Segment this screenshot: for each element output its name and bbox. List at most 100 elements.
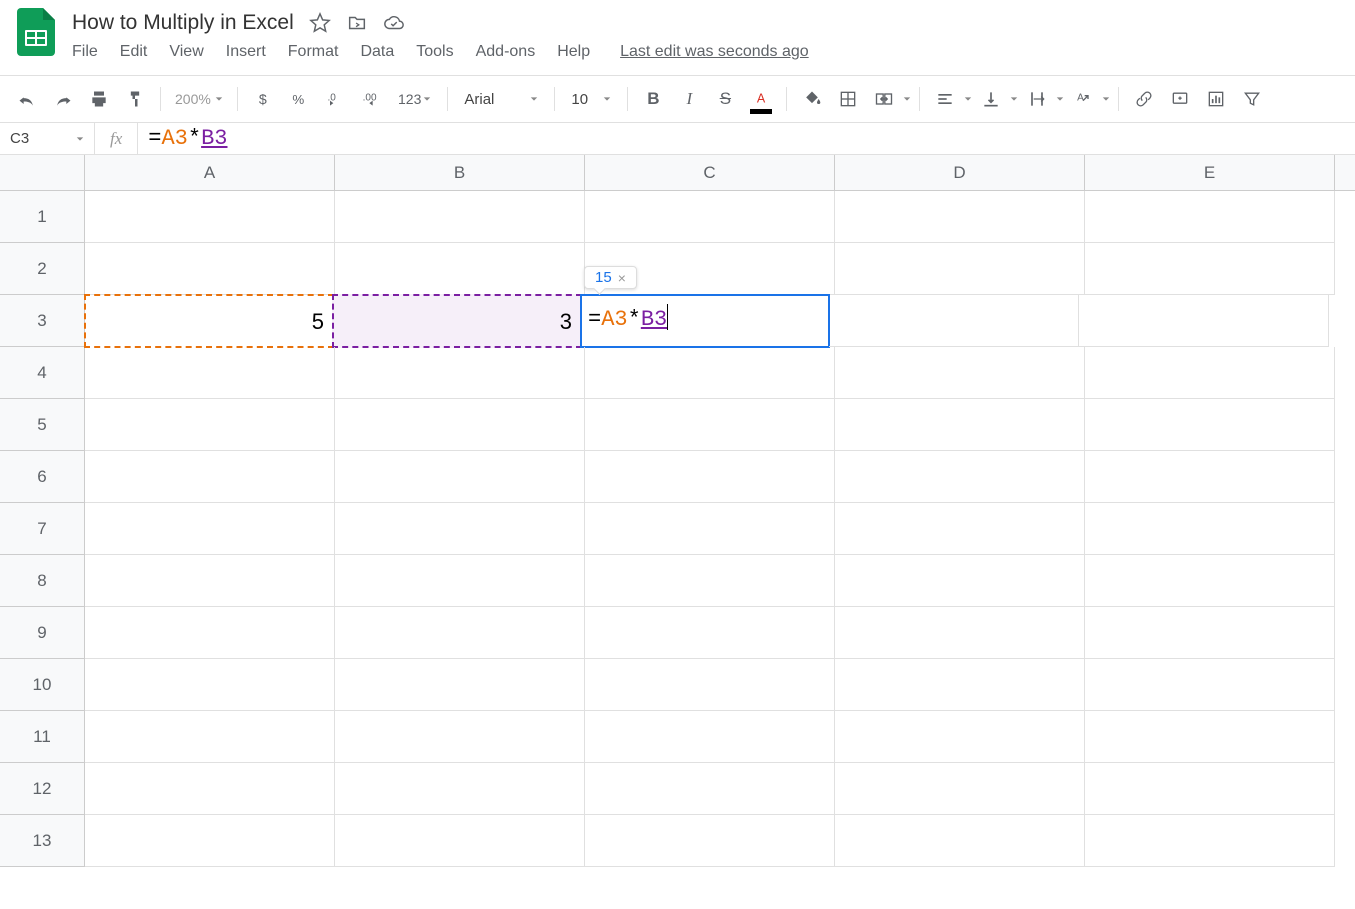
row-header-13[interactable]: 13: [0, 815, 85, 867]
cell-D1[interactable]: [835, 191, 1085, 243]
horizontal-align-button[interactable]: [928, 82, 972, 116]
menu-edit[interactable]: Edit: [120, 43, 148, 61]
row-header-2[interactable]: 2: [0, 243, 85, 295]
cell-C10[interactable]: [585, 659, 835, 711]
undo-button[interactable]: [10, 82, 44, 116]
cell-D12[interactable]: [835, 763, 1085, 815]
cloud-saved-icon[interactable]: [383, 12, 405, 34]
cell-D11[interactable]: [835, 711, 1085, 763]
print-button[interactable]: [82, 82, 116, 116]
cell-B6[interactable]: [335, 451, 585, 503]
paint-format-button[interactable]: [118, 82, 152, 116]
row-header-7[interactable]: 7: [0, 503, 85, 555]
menu-data[interactable]: Data: [360, 43, 394, 61]
menu-insert[interactable]: Insert: [226, 43, 266, 61]
col-header-C[interactable]: C: [585, 155, 835, 190]
redo-button[interactable]: [46, 82, 80, 116]
strikethrough-button[interactable]: S: [708, 82, 742, 116]
menu-tools[interactable]: Tools: [416, 43, 453, 61]
cell-D6[interactable]: [835, 451, 1085, 503]
cell-C7[interactable]: [585, 503, 835, 555]
sheets-logo-icon[interactable]: [15, 8, 57, 56]
cell-B8[interactable]: [335, 555, 585, 607]
cell-C9[interactable]: [585, 607, 835, 659]
row-header-3[interactable]: 3: [0, 295, 85, 347]
cell-A1[interactable]: [85, 191, 335, 243]
cell-B3[interactable]: 3: [332, 294, 582, 348]
cell-E7[interactable]: [1085, 503, 1335, 555]
tooltip-close-icon[interactable]: ×: [618, 270, 626, 286]
insert-comment-button[interactable]: [1163, 82, 1197, 116]
cell-C4[interactable]: [585, 347, 835, 399]
font-size-select[interactable]: 10: [563, 91, 619, 108]
cell-A4[interactable]: [85, 347, 335, 399]
cell-A8[interactable]: [85, 555, 335, 607]
cell-A7[interactable]: [85, 503, 335, 555]
font-select[interactable]: Arial: [456, 91, 546, 108]
cell-A9[interactable]: [85, 607, 335, 659]
cell-A5[interactable]: [85, 399, 335, 451]
cell-A10[interactable]: [85, 659, 335, 711]
cell-A13[interactable]: [85, 815, 335, 867]
row-header-10[interactable]: 10: [0, 659, 85, 711]
row-header-9[interactable]: 9: [0, 607, 85, 659]
cell-C12[interactable]: [585, 763, 835, 815]
menu-view[interactable]: View: [169, 43, 203, 61]
borders-button[interactable]: [831, 82, 865, 116]
cell-A6[interactable]: [85, 451, 335, 503]
merge-cells-button[interactable]: [867, 82, 911, 116]
cell-C1[interactable]: [585, 191, 835, 243]
name-box[interactable]: C3: [0, 123, 95, 154]
row-header-4[interactable]: 4: [0, 347, 85, 399]
number-format-select[interactable]: 123: [390, 91, 439, 107]
cell-C13[interactable]: [585, 815, 835, 867]
cell-E12[interactable]: [1085, 763, 1335, 815]
currency-button[interactable]: $: [246, 82, 280, 116]
text-color-button[interactable]: A: [744, 82, 778, 116]
row-header-5[interactable]: 5: [0, 399, 85, 451]
cell-D8[interactable]: [835, 555, 1085, 607]
cell-A3[interactable]: 5: [84, 294, 334, 348]
cell-B2[interactable]: [335, 243, 585, 295]
cell-E6[interactable]: [1085, 451, 1335, 503]
last-edit-link[interactable]: Last edit was seconds ago: [620, 43, 809, 61]
cell-B11[interactable]: [335, 711, 585, 763]
cell-D5[interactable]: [835, 399, 1085, 451]
menu-file[interactable]: File: [72, 43, 98, 61]
cell-E10[interactable]: [1085, 659, 1335, 711]
cell-C3[interactable]: 15 × =A3*B3: [580, 294, 830, 348]
cell-B12[interactable]: [335, 763, 585, 815]
cell-D13[interactable]: [835, 815, 1085, 867]
menu-help[interactable]: Help: [557, 43, 590, 61]
cell-E5[interactable]: [1085, 399, 1335, 451]
cell-A12[interactable]: [85, 763, 335, 815]
cell-A11[interactable]: [85, 711, 335, 763]
fill-color-button[interactable]: [795, 82, 829, 116]
cell-C6[interactable]: [585, 451, 835, 503]
menu-addons[interactable]: Add-ons: [476, 43, 536, 61]
cell-E2[interactable]: [1085, 243, 1335, 295]
cell-C5[interactable]: [585, 399, 835, 451]
cell-B10[interactable]: [335, 659, 585, 711]
italic-button[interactable]: I: [672, 82, 706, 116]
move-folder-icon[interactable]: [346, 12, 368, 34]
cell-B13[interactable]: [335, 815, 585, 867]
cell-E11[interactable]: [1085, 711, 1335, 763]
filter-button[interactable]: [1235, 82, 1269, 116]
text-wrap-button[interactable]: [1020, 82, 1064, 116]
cell-D4[interactable]: [835, 347, 1085, 399]
cell-E3[interactable]: [1079, 295, 1329, 347]
cell-C11[interactable]: [585, 711, 835, 763]
cell-D7[interactable]: [835, 503, 1085, 555]
select-all-corner[interactable]: [0, 155, 85, 190]
row-header-6[interactable]: 6: [0, 451, 85, 503]
text-rotation-button[interactable]: A: [1066, 82, 1110, 116]
cell-E13[interactable]: [1085, 815, 1335, 867]
row-header-8[interactable]: 8: [0, 555, 85, 607]
vertical-align-button[interactable]: [974, 82, 1018, 116]
percent-button[interactable]: %: [282, 82, 316, 116]
cell-E8[interactable]: [1085, 555, 1335, 607]
cell-D9[interactable]: [835, 607, 1085, 659]
cell-B5[interactable]: [335, 399, 585, 451]
increase-decimal-button[interactable]: .00: [354, 82, 388, 116]
